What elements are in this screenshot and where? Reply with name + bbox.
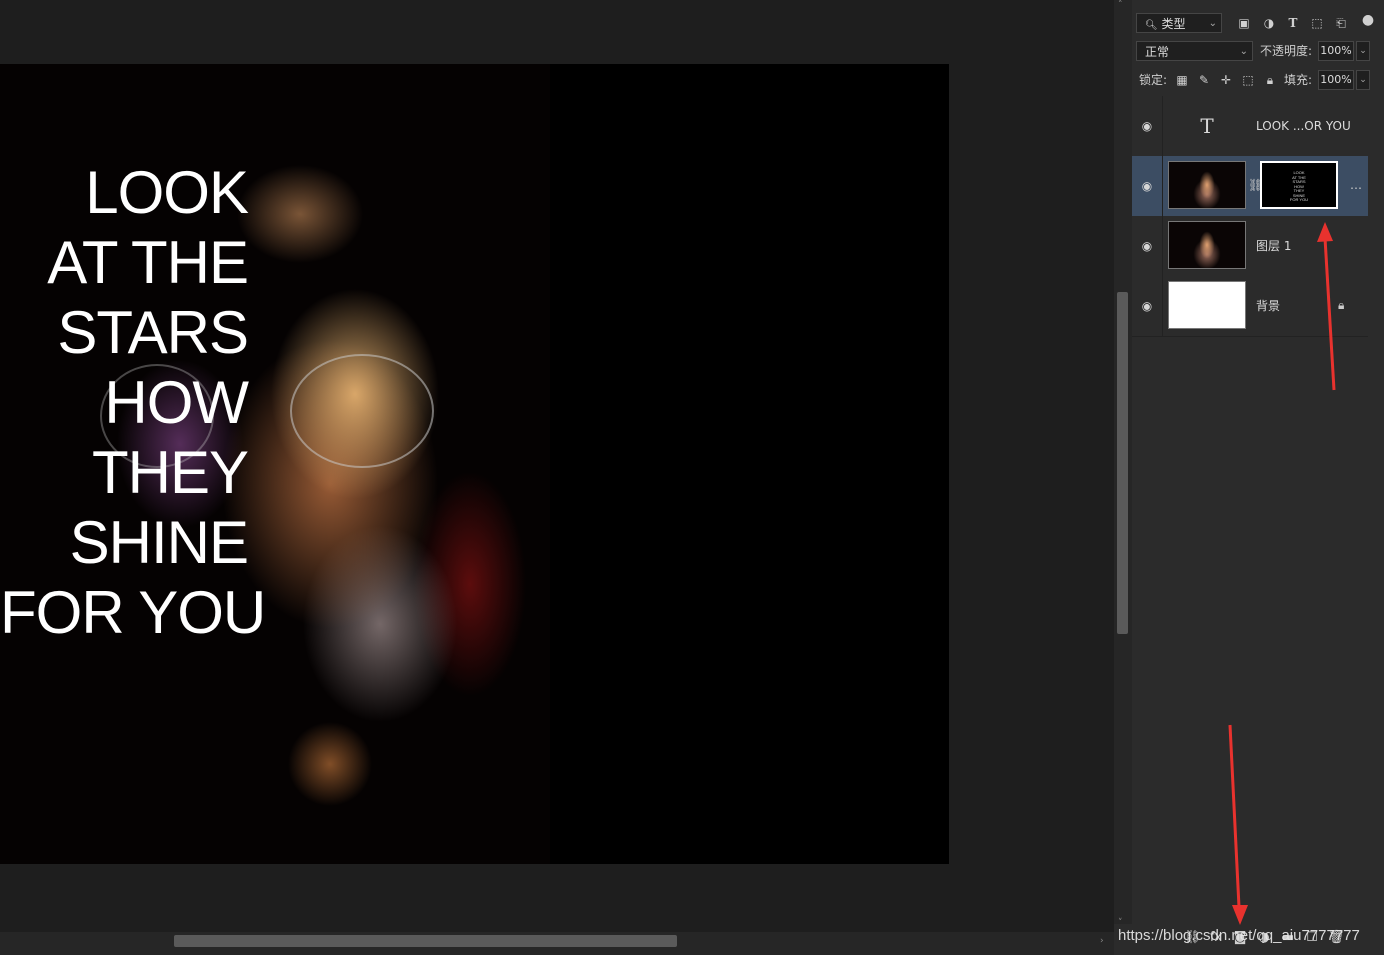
- opacity-input[interactable]: 100%: [1318, 41, 1354, 61]
- layer-thumbnail[interactable]: [1168, 161, 1246, 209]
- layer-row-layer1[interactable]: ◉ 图层 1: [1132, 216, 1368, 277]
- layer-list: ◉ T LOOK ...OR YOU ◉ ⛓︎ LOOK AT THE STAR…: [1132, 96, 1384, 932]
- divider: [1162, 216, 1163, 276]
- image-filter-icon[interactable]: ▣: [1236, 16, 1252, 30]
- blend-mode-value: 正常: [1145, 45, 1170, 59]
- horizontal-scrollbar[interactable]: ›: [0, 932, 1114, 955]
- layer-row-text[interactable]: ◉ T LOOK ...OR YOU: [1132, 96, 1368, 157]
- mask-preview-text: LOOK AT THE STARS HOW THEY SHINE FOR YOU: [1262, 170, 1336, 203]
- layer-filter-row: 🔍︎ 类型 ⌄ ▣ ◑ T ⬚ ⎗ ●: [1132, 10, 1384, 38]
- search-icon: 🔍︎: [1145, 20, 1158, 31]
- opacity-label: 不透明度:: [1260, 44, 1313, 58]
- blog-watermark: https://blog.csdn.net/qq_aiu7777777: [1118, 927, 1360, 944]
- adjustment-filter-icon[interactable]: ◑: [1261, 16, 1277, 30]
- horizontal-scroll-thumb[interactable]: [174, 935, 677, 947]
- layer-name[interactable]: 背景: [1256, 297, 1280, 315]
- divider: [1162, 96, 1163, 156]
- poster-line: AT THE: [47, 229, 249, 296]
- scroll-up-arrow-icon[interactable]: ˄: [1118, 0, 1123, 10]
- lock-image-pixels-brush-icon[interactable]: ✎: [1196, 73, 1212, 87]
- divider: [1162, 276, 1163, 336]
- layer-row-masked-photo[interactable]: ◉ ⛓︎ LOOK AT THE STARS HOW THEY SHINE FO…: [1132, 156, 1368, 217]
- opacity-dropdown-chevron-icon[interactable]: ⌄: [1356, 41, 1370, 61]
- clipping-mask-thumbnail[interactable]: LOOK AT THE STARS HOW THEY SHINE FOR YOU: [1260, 161, 1338, 209]
- document-canvas-area[interactable]: LOOK AT THE STARS HOW THEY SHINE FOR YOU: [0, 0, 1114, 932]
- layers-panel: 🔍︎ 类型 ⌄ ▣ ◑ T ⬚ ⎗ ● 正常 ⌄ 不透明度: 100% ⌄ 锁定…: [1132, 0, 1384, 955]
- fill-input[interactable]: 100%: [1318, 70, 1354, 90]
- layer-name[interactable]: LOOK ...OR YOU: [1256, 117, 1351, 135]
- fill-dropdown-chevron-icon[interactable]: ⌄: [1356, 70, 1370, 90]
- type-layer-icon: T: [1200, 114, 1214, 138]
- artboard[interactable]: LOOK AT THE STARS HOW THEY SHINE FOR YOU: [0, 64, 949, 864]
- lock-icon[interactable]: 🔒︎: [1338, 298, 1344, 313]
- eye-visibility-icon[interactable]: ◉: [1140, 179, 1154, 193]
- poster-line: LOOK: [85, 159, 249, 226]
- layer-thumbnail[interactable]: [1168, 221, 1246, 269]
- vertical-scrollbar[interactable]: ˄ ˅: [1114, 0, 1132, 932]
- shape-filter-icon[interactable]: ⬚: [1309, 16, 1325, 30]
- lock-position-move-icon[interactable]: ✛: [1218, 73, 1234, 87]
- divider: [1162, 156, 1163, 216]
- type-filter-icon[interactable]: T: [1285, 16, 1301, 30]
- lock-label: 锁定:: [1139, 73, 1168, 87]
- eye-visibility-icon[interactable]: ◉: [1140, 299, 1154, 313]
- layer-name[interactable]: 图层 1: [1256, 237, 1291, 255]
- chevron-down-icon: ⌄: [1208, 18, 1217, 29]
- vertical-scroll-thumb[interactable]: [1117, 292, 1128, 634]
- blend-opacity-row: 正常 ⌄ 不透明度: 100% ⌄: [1132, 38, 1384, 66]
- lock-fill-row: 锁定: ▦ ✎ ✛ ⬚ 🔒︎ 填充: 100% ⌄: [1132, 67, 1384, 95]
- filter-toggle-icon[interactable]: ●: [1360, 13, 1376, 27]
- eye-visibility-icon[interactable]: ◉: [1140, 119, 1154, 133]
- smart-object-filter-icon[interactable]: ⎗: [1333, 16, 1349, 30]
- lock-all-icon[interactable]: 🔒︎: [1262, 73, 1278, 87]
- mask-preview-line: FOR YOU: [1289, 197, 1309, 202]
- poster-line: THEY: [91, 439, 249, 506]
- glasses-right-lens: [290, 354, 434, 468]
- mask-link-icon[interactable]: ⛓︎: [1248, 178, 1263, 192]
- chevron-down-icon: ⌄: [1239, 46, 1248, 57]
- layer-row-background[interactable]: ◉ 背景 🔒︎: [1132, 276, 1368, 337]
- eye-visibility-icon[interactable]: ◉: [1140, 239, 1154, 253]
- poster-text: LOOK AT THE STARS HOW THEY SHINE FOR YOU: [0, 158, 266, 648]
- poster-line: FOR YOU: [0, 579, 266, 646]
- filter-kind-label: 类型: [1161, 17, 1186, 31]
- poster-line: SHINE: [69, 509, 249, 576]
- lock-transparent-pixels-icon[interactable]: ▦: [1174, 73, 1190, 87]
- layer-thumbnail[interactable]: [1168, 281, 1246, 329]
- more-options-icon[interactable]: …: [1350, 178, 1362, 192]
- poster-line: STARS: [57, 299, 249, 366]
- poster-line: HOW: [104, 369, 249, 436]
- scroll-right-arrow-icon[interactable]: ›: [1100, 936, 1104, 946]
- fill-label: 填充:: [1284, 73, 1313, 87]
- blend-mode-dropdown[interactable]: 正常 ⌄: [1136, 41, 1253, 61]
- lock-artboard-icon[interactable]: ⬚: [1240, 73, 1256, 87]
- layer-filter-dropdown[interactable]: 🔍︎ 类型 ⌄: [1136, 13, 1222, 33]
